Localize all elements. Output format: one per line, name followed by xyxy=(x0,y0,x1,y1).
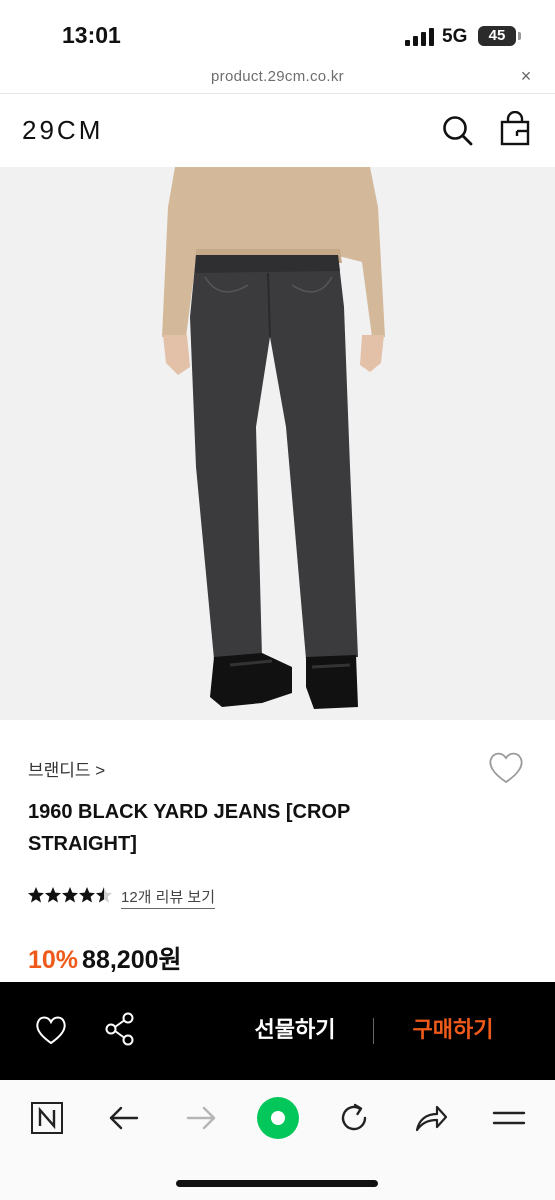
heart-icon[interactable] xyxy=(487,750,525,786)
naver-n-icon[interactable] xyxy=(27,1098,67,1138)
buy-button[interactable]: 구매하기 xyxy=(398,1012,508,1044)
brand-link[interactable]: 브랜디드 > xyxy=(28,756,105,781)
review-link[interactable]: 12개 리뷰 보기 xyxy=(121,886,216,909)
gift-button[interactable]: 선물하기 xyxy=(240,1012,350,1044)
refresh-icon[interactable] xyxy=(334,1098,374,1138)
status-time: 13:01 xyxy=(62,22,121,48)
divider xyxy=(373,1018,374,1044)
purchase-bar: 선물하기 구매하기 xyxy=(0,982,555,1080)
jeans-model-photo xyxy=(0,167,555,720)
star-rating-icon xyxy=(28,887,112,903)
menu-icon[interactable] xyxy=(489,1098,529,1138)
green-home-icon[interactable] xyxy=(254,1094,302,1142)
home-indicator xyxy=(176,1180,378,1187)
signal-icon xyxy=(405,28,434,46)
status-bar: 13:01 5G 45 xyxy=(0,0,555,62)
price-row: 10% 88,200원 xyxy=(28,940,182,974)
product-image[interactable] xyxy=(0,167,555,720)
network-label: 5G xyxy=(442,26,468,47)
share-icon[interactable] xyxy=(104,1012,136,1046)
url-text[interactable]: product.29cm.co.kr xyxy=(0,68,555,85)
site-header: 29CM xyxy=(0,95,555,167)
search-icon[interactable] xyxy=(440,113,474,147)
bag-icon[interactable] xyxy=(498,111,532,147)
url-bar[interactable]: product.29cm.co.kr × xyxy=(0,62,555,94)
discount-rate: 10% xyxy=(28,946,79,974)
share-arrow-icon[interactable] xyxy=(411,1098,451,1138)
forward-arrow-icon[interactable] xyxy=(181,1098,221,1138)
heart-icon[interactable] xyxy=(34,1014,68,1046)
price: 88,200원 xyxy=(82,946,182,974)
close-icon[interactable]: × xyxy=(516,66,536,87)
back-arrow-icon[interactable] xyxy=(104,1098,144,1138)
product-title: 1960 BLACK YARD JEANS [CROP STRAIGHT] xyxy=(28,801,350,855)
battery-cap xyxy=(518,32,521,40)
battery-icon: 45 xyxy=(478,26,516,46)
site-logo[interactable]: 29CM xyxy=(22,115,103,146)
